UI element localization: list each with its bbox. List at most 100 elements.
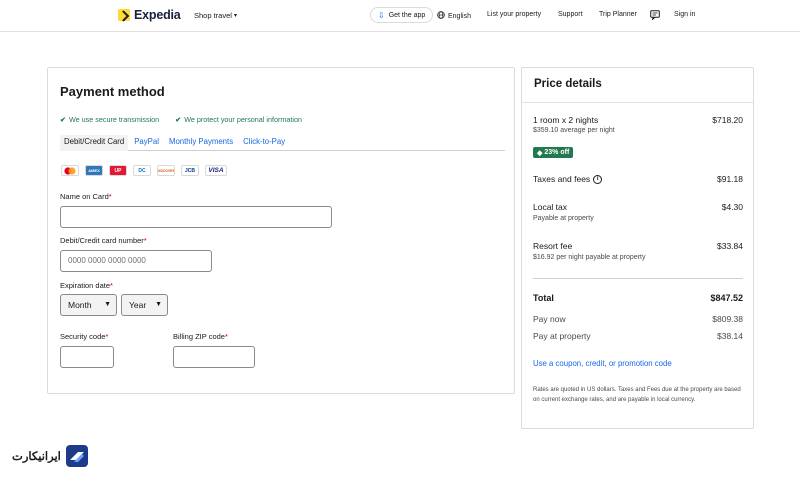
tab-monthly-payments[interactable]: Monthly Payments: [165, 135, 237, 151]
shop-travel-label: Shop travel: [194, 11, 232, 20]
iranicard-watermark: ایرانیکارت: [12, 444, 89, 468]
security-code-label: Security code*: [60, 332, 108, 341]
protect-info-note: ✔ We protect your personal information: [175, 115, 302, 124]
top-navigation-bar: Expedia Shop travel ▾ ⇩ Get the app Engl…: [0, 0, 800, 32]
pay-at-property-value: $38.14: [717, 331, 743, 341]
required-marker: *: [143, 236, 147, 245]
taxes-fees-label-text: Taxes and fees: [533, 174, 591, 184]
local-tax-value: $4.30: [721, 202, 743, 212]
language-label: English: [448, 12, 471, 20]
support-link[interactable]: Support: [558, 11, 583, 18]
watermark-text: ایرانیکارت: [12, 451, 61, 463]
payment-method-card: Payment method ✔ We use secure transmissi…: [47, 67, 515, 394]
card-number-label: Debit/Credit card number*: [60, 236, 147, 245]
local-tax-note: Payable at property: [533, 215, 594, 222]
jcb-icon: JCB: [181, 165, 199, 176]
pay-now-row: Pay now $809.38: [533, 314, 743, 324]
billing-zip-input[interactable]: [173, 346, 255, 368]
billing-zip-label: Billing ZIP code*: [173, 332, 228, 341]
divider: [522, 102, 753, 103]
total-label: Total: [533, 293, 554, 303]
pay-now-value: $809.38: [712, 314, 743, 324]
chevron-down-icon: ▼: [155, 301, 162, 308]
brand-name: Expedia: [134, 8, 181, 22]
tab-click-to-pay[interactable]: Click-to-Pay: [239, 135, 289, 151]
taxes-fees-label: Taxes and fees i: [533, 174, 603, 185]
total-row: Total $847.52: [533, 293, 743, 303]
price-details-title: Price details: [534, 78, 602, 90]
messages-icon[interactable]: [650, 10, 660, 20]
security-assurances: ✔ We use secure transmission ✔ We protect …: [60, 115, 302, 124]
protect-info-text: We protect your personal information: [184, 115, 302, 124]
expiry-year-select[interactable]: Year ▼: [121, 294, 168, 316]
shop-travel-menu[interactable]: Shop travel ▾: [194, 11, 237, 20]
expedia-logo-icon: [118, 9, 130, 21]
coupon-link[interactable]: Use a coupon, credit, or promotion code: [533, 359, 672, 368]
taxes-fees-value: $91.18: [717, 174, 743, 184]
billing-zip-label-text: Billing ZIP code: [173, 332, 225, 341]
expiry-month-select[interactable]: Month ▼: [60, 294, 117, 316]
taxes-fees-row: Taxes and fees i $91.18: [533, 174, 743, 185]
visa-icon: VISA: [205, 165, 227, 176]
rates-disclaimer: Rates are quoted in US dollars. Taxes an…: [533, 387, 741, 403]
required-marker: *: [224, 332, 228, 341]
room-average-note: $359.10 average per night: [533, 127, 615, 134]
expiration-date-label-text: Expiration date: [60, 281, 111, 290]
card-number-input[interactable]: 0000 0000 0000 0000: [60, 250, 212, 272]
payment-method-title: Payment method: [60, 84, 165, 99]
list-your-property-link[interactable]: List your property: [487, 11, 541, 18]
trip-planner-link[interactable]: Trip Planner: [599, 11, 637, 18]
security-code-input[interactable]: [60, 346, 114, 368]
required-marker: *: [105, 332, 109, 341]
pay-now-label: Pay now: [533, 314, 566, 324]
resort-fee-note: $16.92 per night payable at property: [533, 254, 646, 261]
name-on-card-label: Name on Card*: [60, 192, 112, 201]
checkmark-icon: ✔: [60, 115, 67, 124]
mastercard-icon: [61, 165, 79, 176]
diners-icon: DC: [133, 165, 151, 176]
accepted-cards: AMEX UP DC DISCOVER JCB VISA: [61, 165, 227, 176]
discount-badge: ◆ 23% off: [533, 147, 574, 158]
expiry-year-value: Year: [129, 300, 147, 310]
get-app-label: Get the app: [388, 11, 426, 19]
name-on-card-label-text: Name on Card: [60, 192, 109, 201]
payment-type-tabs: Debit/Credit Card PayPal Monthly Payment…: [60, 135, 505, 151]
price-details-card: Price details 1 room x 2 nights $718.20 …: [521, 67, 754, 429]
room-label: 1 room x 2 nights: [533, 115, 599, 125]
tag-icon: ◆: [537, 149, 543, 157]
pay-at-property-label: Pay at property: [533, 331, 591, 341]
unionpay-icon: UP: [109, 165, 127, 176]
amex-icon: AMEX: [85, 165, 103, 176]
divider: [533, 278, 743, 279]
info-icon[interactable]: i: [593, 175, 603, 185]
chevron-down-icon: ▾: [233, 13, 237, 19]
discount-text: 23% off: [544, 149, 570, 156]
language-selector[interactable]: English: [437, 11, 471, 21]
resort-fee-label: Resort fee: [533, 241, 573, 251]
expedia-logo[interactable]: Expedia: [118, 8, 181, 22]
local-tax-row: Local tax $4.30: [533, 202, 743, 212]
get-app-button[interactable]: ⇩ Get the app: [370, 7, 434, 23]
tab-paypal[interactable]: PayPal: [130, 135, 163, 151]
discover-icon: DISCOVER: [157, 165, 175, 176]
resort-fee-value: $33.84: [717, 241, 743, 251]
tab-debit-credit-card[interactable]: Debit/Credit Card: [60, 135, 129, 151]
resort-fee-row: Resort fee $33.84: [533, 241, 743, 251]
total-value: $847.52: [710, 293, 743, 303]
local-tax-label: Local tax: [533, 202, 568, 212]
required-marker: *: [110, 281, 113, 290]
room-price-row: 1 room x 2 nights $718.20: [533, 115, 743, 125]
expiry-month-value: Month: [68, 300, 92, 310]
secure-transmission-note: ✔ We use secure transmission: [60, 115, 159, 124]
secure-transmission-text: We use secure transmission: [69, 115, 160, 124]
card-number-label-text: Debit/Credit card number: [60, 236, 144, 245]
expiration-date-label: Expiration date*: [60, 281, 113, 290]
chevron-down-icon: ▼: [104, 301, 111, 308]
required-marker: *: [108, 192, 112, 201]
download-icon: ⇩: [378, 10, 385, 20]
name-on-card-input[interactable]: [60, 206, 332, 228]
globe-icon: [437, 11, 445, 21]
sign-in-link[interactable]: Sign in: [674, 11, 695, 18]
checkmark-icon: ✔: [175, 115, 182, 124]
security-code-label-text: Security code: [60, 332, 106, 341]
